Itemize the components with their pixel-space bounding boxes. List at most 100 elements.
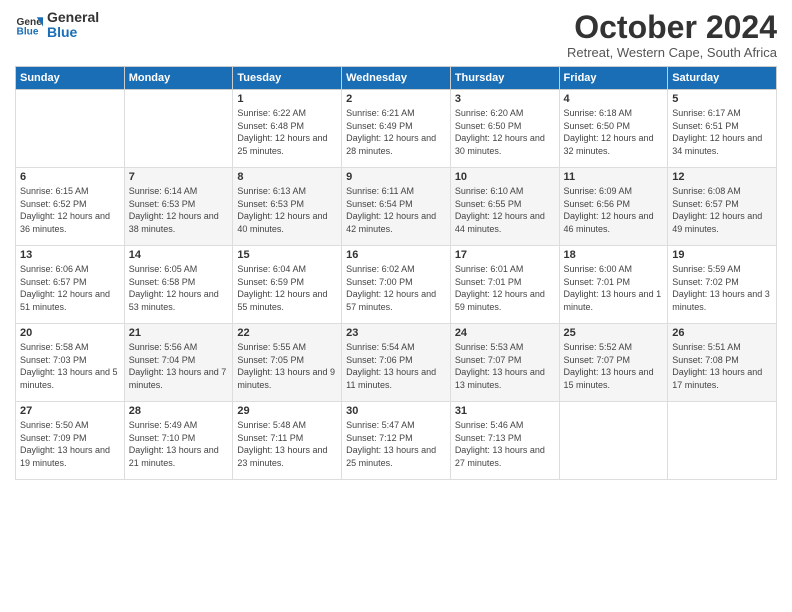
day-number: 31 — [455, 405, 555, 417]
day-info: Sunrise: 5:50 AM Sunset: 7:09 PM Dayligh… — [20, 419, 120, 469]
calendar-cell: 4 Sunrise: 6:18 AM Sunset: 6:50 PM Daylig… — [559, 90, 668, 168]
day-number: 3 — [455, 93, 555, 105]
day-number: 10 — [455, 171, 555, 183]
day-info: Sunrise: 6:21 AM Sunset: 6:49 PM Dayligh… — [346, 107, 446, 157]
header-day-tuesday: Tuesday — [233, 67, 342, 90]
day-number: 28 — [129, 405, 229, 417]
title-block: October 2024 Retreat, Western Cape, Sout… — [567, 10, 777, 60]
calendar-cell: 31 Sunrise: 5:46 AM Sunset: 7:13 PM Dayli… — [450, 402, 559, 480]
calendar-cell: 17 Sunrise: 6:01 AM Sunset: 7:01 PM Dayli… — [450, 246, 559, 324]
day-info: Sunrise: 6:11 AM Sunset: 6:54 PM Dayligh… — [346, 185, 446, 235]
calendar-cell: 5Sunrise: 6:17 AM Sunset: 6:51 PM Daylig… — [668, 90, 777, 168]
week-row-3: 20 Sunrise: 5:58 AM Sunset: 7:03 PM Dayli… — [16, 324, 777, 402]
day-info: Sunrise: 5:46 AM Sunset: 7:13 PM Dayligh… — [455, 419, 555, 469]
calendar-cell: 27Sunrise: 5:50 AM Sunset: 7:09 PM Dayli… — [16, 402, 125, 480]
week-row-1: 6Sunrise: 6:15 AM Sunset: 6:52 PM Daylig… — [16, 168, 777, 246]
day-info: Sunrise: 6:01 AM Sunset: 7:01 PM Dayligh… — [455, 263, 555, 313]
day-info: Sunrise: 6:14 AM Sunset: 6:53 PM Dayligh… — [129, 185, 229, 235]
header-day-saturday: Saturday — [668, 67, 777, 90]
day-number: 9 — [346, 171, 446, 183]
logo-blue: Blue — [47, 25, 99, 40]
calendar-cell: 22 Sunrise: 5:55 AM Sunset: 7:05 PM Dayli… — [233, 324, 342, 402]
header-row: SundayMondayTuesdayWednesdayThursdayFrid… — [16, 67, 777, 90]
calendar-cell: 28 Sunrise: 5:49 AM Sunset: 7:10 PM Dayli… — [124, 402, 233, 480]
logo: General Blue General Blue — [15, 10, 99, 41]
calendar-cell: 7 Sunrise: 6:14 AM Sunset: 6:53 PM Daylig… — [124, 168, 233, 246]
day-info: Sunrise: 6:00 AM Sunset: 7:01 PM Dayligh… — [564, 263, 664, 313]
day-number: 11 — [564, 171, 664, 183]
calendar-cell: 26 Sunrise: 5:51 AM Sunset: 7:08 PM Dayli… — [668, 324, 777, 402]
day-number: 16 — [346, 249, 446, 261]
svg-text:Blue: Blue — [17, 27, 39, 38]
day-info: Sunrise: 5:53 AM Sunset: 7:07 PM Dayligh… — [455, 341, 555, 391]
calendar-cell — [124, 90, 233, 168]
calendar-cell: 12 Sunrise: 6:08 AM Sunset: 6:57 PM Dayli… — [668, 168, 777, 246]
header: General Blue General Blue October 2024 R… — [15, 10, 777, 60]
day-info: Sunrise: 5:59 AM Sunset: 7:02 PM Dayligh… — [672, 263, 772, 313]
day-number: 5 — [672, 93, 772, 105]
day-info: Sunrise: 6:08 AM Sunset: 6:57 PM Dayligh… — [672, 185, 772, 235]
day-info: Sunrise: 5:49 AM Sunset: 7:10 PM Dayligh… — [129, 419, 229, 469]
month-title: October 2024 — [567, 10, 777, 45]
day-info: Sunrise: 5:56 AM Sunset: 7:04 PM Dayligh… — [129, 341, 229, 391]
day-number: 7 — [129, 171, 229, 183]
day-number: 20 — [20, 327, 120, 339]
day-info: Sunrise: 5:51 AM Sunset: 7:08 PM Dayligh… — [672, 341, 772, 391]
day-number: 24 — [455, 327, 555, 339]
day-info: Sunrise: 6:06 AM Sunset: 6:57 PM Dayligh… — [20, 263, 120, 313]
day-info: Sunrise: 6:10 AM Sunset: 6:55 PM Dayligh… — [455, 185, 555, 235]
day-number: 1 — [237, 93, 337, 105]
day-info: Sunrise: 6:09 AM Sunset: 6:56 PM Dayligh… — [564, 185, 664, 235]
day-number: 22 — [237, 327, 337, 339]
calendar-cell — [559, 402, 668, 480]
logo-icon: General Blue — [15, 11, 43, 39]
day-info: Sunrise: 5:55 AM Sunset: 7:05 PM Dayligh… — [237, 341, 337, 391]
day-number: 19 — [672, 249, 772, 261]
calendar-cell: 24 Sunrise: 5:53 AM Sunset: 7:07 PM Dayli… — [450, 324, 559, 402]
calendar-cell: 2 Sunrise: 6:21 AM Sunset: 6:49 PM Daylig… — [342, 90, 451, 168]
day-info: Sunrise: 6:22 AM Sunset: 6:48 PM Dayligh… — [237, 107, 337, 157]
day-number: 29 — [237, 405, 337, 417]
day-number: 13 — [20, 249, 120, 261]
calendar-cell: 20 Sunrise: 5:58 AM Sunset: 7:03 PM Dayli… — [16, 324, 125, 402]
calendar-cell: 9 Sunrise: 6:11 AM Sunset: 6:54 PM Daylig… — [342, 168, 451, 246]
day-number: 12 — [672, 171, 772, 183]
calendar-cell: 10 Sunrise: 6:10 AM Sunset: 6:55 PM Dayli… — [450, 168, 559, 246]
header-day-wednesday: Wednesday — [342, 67, 451, 90]
day-info: Sunrise: 6:02 AM Sunset: 7:00 PM Dayligh… — [346, 263, 446, 313]
calendar-cell: 14 Sunrise: 6:05 AM Sunset: 6:58 PM Dayli… — [124, 246, 233, 324]
header-day-thursday: Thursday — [450, 67, 559, 90]
day-info: Sunrise: 5:58 AM Sunset: 7:03 PM Dayligh… — [20, 341, 120, 391]
day-number: 17 — [455, 249, 555, 261]
calendar-cell: 11 Sunrise: 6:09 AM Sunset: 6:56 PM Dayli… — [559, 168, 668, 246]
calendar-cell: 16 Sunrise: 6:02 AM Sunset: 7:00 PM Dayli… — [342, 246, 451, 324]
calendar-cell: 21 Sunrise: 5:56 AM Sunset: 7:04 PM Dayli… — [124, 324, 233, 402]
calendar-cell — [668, 402, 777, 480]
day-info: Sunrise: 6:05 AM Sunset: 6:58 PM Dayligh… — [129, 263, 229, 313]
calendar-cell: 8Sunrise: 6:13 AM Sunset: 6:53 PM Daylig… — [233, 168, 342, 246]
day-info: Sunrise: 6:18 AM Sunset: 6:50 PM Dayligh… — [564, 107, 664, 157]
day-number: 14 — [129, 249, 229, 261]
calendar-cell: 30Sunrise: 5:47 AM Sunset: 7:12 PM Dayli… — [342, 402, 451, 480]
header-day-friday: Friday — [559, 67, 668, 90]
day-number: 21 — [129, 327, 229, 339]
calendar-cell: 3 Sunrise: 6:20 AM Sunset: 6:50 PM Daylig… — [450, 90, 559, 168]
calendar-cell: 15Sunrise: 6:04 AM Sunset: 6:59 PM Dayli… — [233, 246, 342, 324]
day-number: 26 — [672, 327, 772, 339]
calendar-cell: 25Sunrise: 5:52 AM Sunset: 7:07 PM Dayli… — [559, 324, 668, 402]
calendar-page: General Blue General Blue October 2024 R… — [0, 0, 792, 612]
day-number: 6 — [20, 171, 120, 183]
day-number: 4 — [564, 93, 664, 105]
calendar-cell: 13 Sunrise: 6:06 AM Sunset: 6:57 PM Dayli… — [16, 246, 125, 324]
week-row-0: 1 Sunrise: 6:22 AM Sunset: 6:48 PM Daylig… — [16, 90, 777, 168]
subtitle: Retreat, Western Cape, South Africa — [567, 45, 777, 60]
day-info: Sunrise: 5:47 AM Sunset: 7:12 PM Dayligh… — [346, 419, 446, 469]
day-number: 18 — [564, 249, 664, 261]
day-info: Sunrise: 6:20 AM Sunset: 6:50 PM Dayligh… — [455, 107, 555, 157]
calendar-cell: 19 Sunrise: 5:59 AM Sunset: 7:02 PM Dayli… — [668, 246, 777, 324]
calendar-cell: 23Sunrise: 5:54 AM Sunset: 7:06 PM Dayli… — [342, 324, 451, 402]
day-info: Sunrise: 5:52 AM Sunset: 7:07 PM Dayligh… — [564, 341, 664, 391]
calendar-cell: 18 Sunrise: 6:00 AM Sunset: 7:01 PM Dayli… — [559, 246, 668, 324]
day-number: 2 — [346, 93, 446, 105]
day-info: Sunrise: 5:48 AM Sunset: 7:11 PM Dayligh… — [237, 419, 337, 469]
